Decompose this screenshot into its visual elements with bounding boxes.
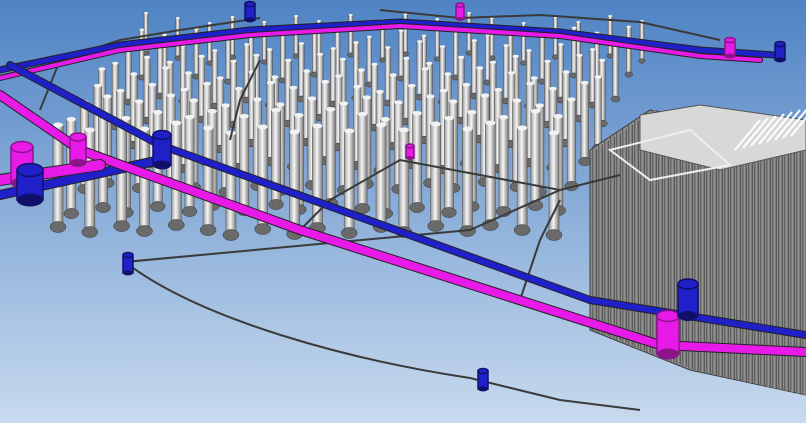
manhole-fitting xyxy=(677,278,699,321)
sheet-pile xyxy=(628,124,633,346)
manhole-fitting xyxy=(16,162,44,207)
sheet-pile xyxy=(748,125,753,383)
pile xyxy=(292,15,300,59)
manhole-fitting xyxy=(455,2,465,21)
sheet-pile xyxy=(634,120,639,348)
manhole-fitting xyxy=(405,143,415,160)
manhole-fitting xyxy=(122,251,134,276)
manhole-fitting xyxy=(724,36,736,59)
manhole-fitting xyxy=(477,367,489,392)
3d-model-viewport[interactable] xyxy=(0,0,806,423)
bim-scene-canvas[interactable] xyxy=(0,0,806,423)
sheet-pile xyxy=(616,132,621,341)
manhole-fitting xyxy=(152,129,172,170)
manhole-fitting xyxy=(69,132,87,167)
pile xyxy=(624,25,633,78)
pile xyxy=(206,22,214,66)
manhole-fitting xyxy=(774,40,786,63)
pile xyxy=(347,14,355,58)
manhole-fitting xyxy=(656,309,680,360)
sheet-pile xyxy=(640,117,645,350)
manhole-fitting xyxy=(244,0,256,23)
